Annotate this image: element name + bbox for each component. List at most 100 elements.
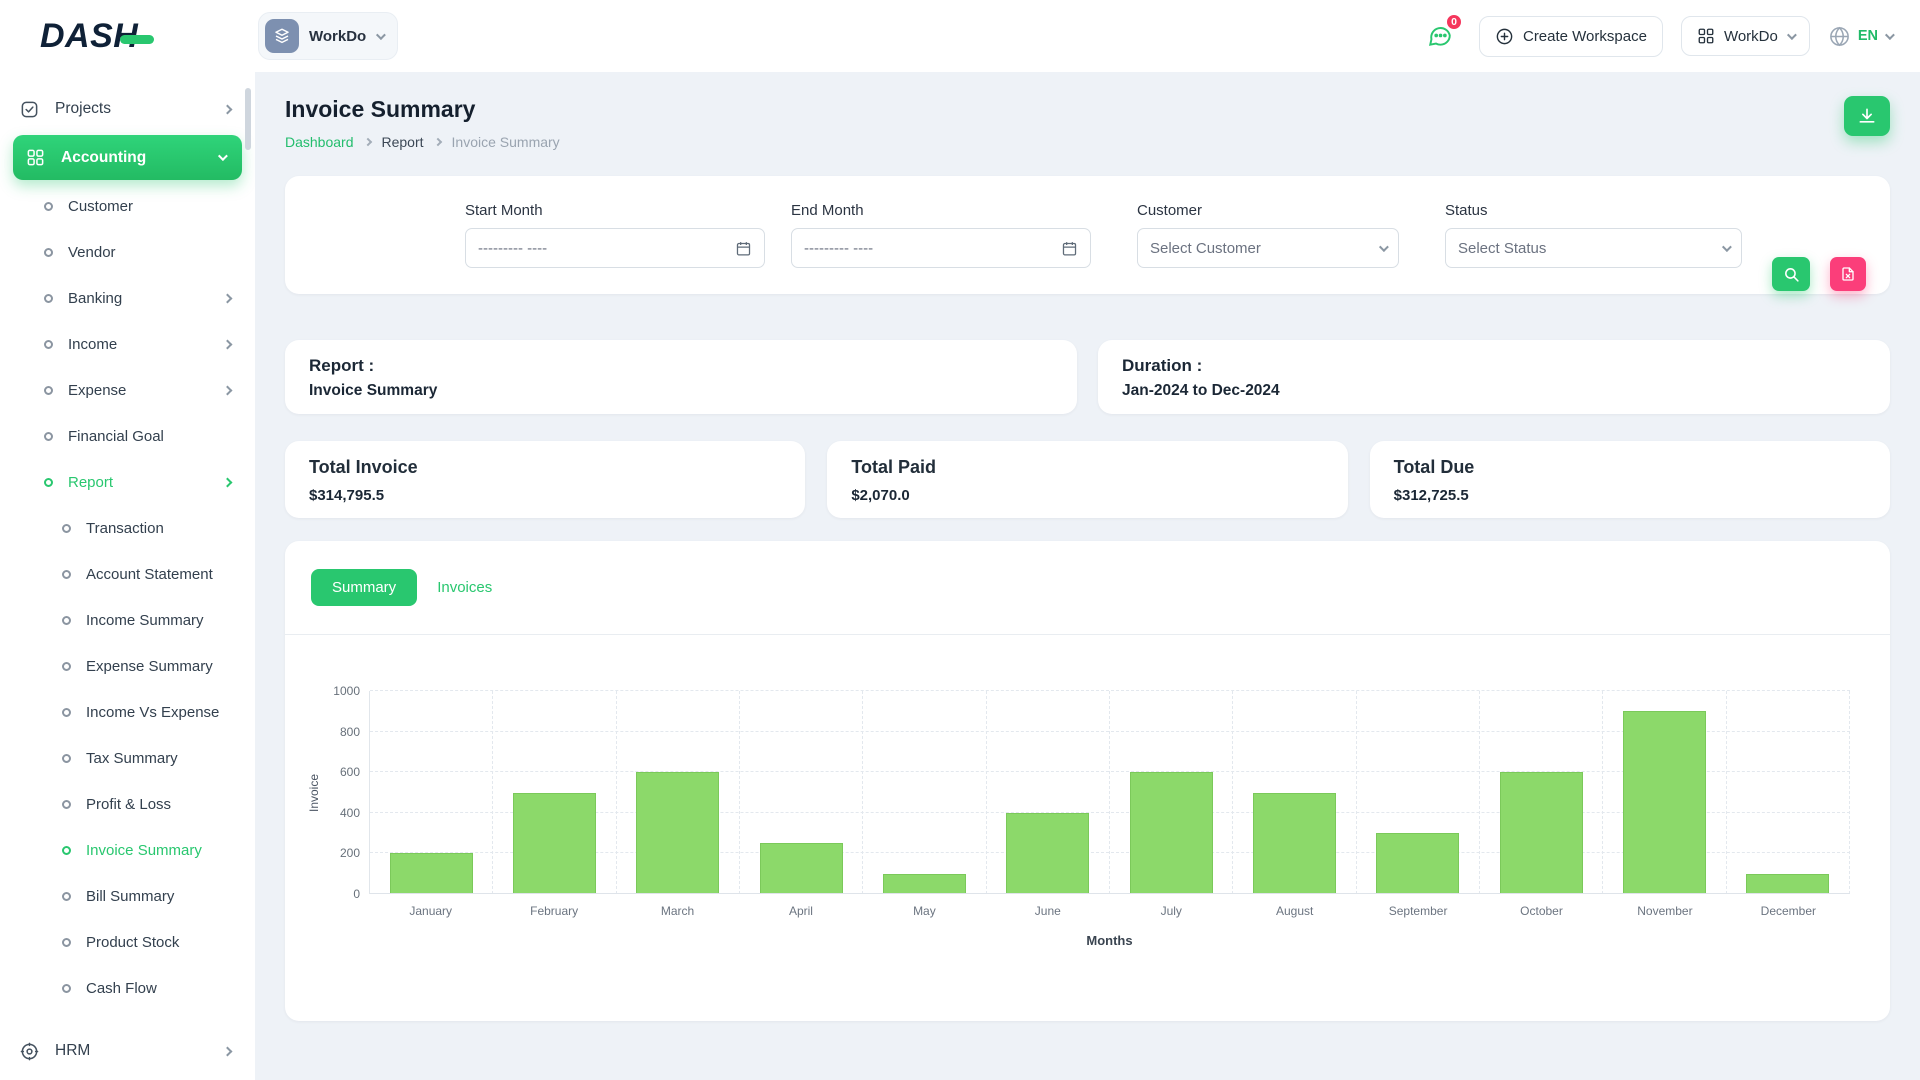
status-select[interactable]: Select Status [1445, 228, 1742, 268]
bullet-icon [44, 202, 53, 211]
chart-column-march [617, 691, 740, 894]
chat-button[interactable]: 0 [1419, 15, 1461, 57]
sidebar-item-label: Expense [68, 382, 126, 399]
x-tick-label: October [1480, 904, 1603, 918]
chevron-right-icon [223, 104, 233, 114]
chart-columns [370, 691, 1850, 894]
app-logo[interactable]: DASH [40, 17, 258, 56]
x-tick-label: May [863, 904, 986, 918]
sidebar-item-income-vs-expense[interactable]: Income Vs Expense [0, 689, 255, 735]
bullet-icon [62, 754, 71, 763]
sidebar-item-expense-summary[interactable]: Expense Summary [0, 643, 255, 689]
bullet-icon [62, 616, 71, 625]
search-icon [1783, 266, 1800, 283]
language-selector[interactable]: EN [1828, 25, 1892, 48]
sidebar-item-projects[interactable]: Projects [0, 86, 255, 132]
chart-column-july [1110, 691, 1233, 894]
x-axis-title: Months [369, 933, 1850, 948]
duration-card-label: Duration : [1122, 356, 1866, 376]
x-tick-label: July [1110, 904, 1233, 918]
chart-column-december [1727, 691, 1850, 894]
bullet-icon [62, 800, 71, 809]
sidebar-item-label: Financial Goal [68, 428, 164, 445]
sidebar-item-transaction[interactable]: Transaction [0, 505, 255, 551]
bullet-icon [44, 432, 53, 441]
sidebar-item-income[interactable]: Income [0, 321, 255, 367]
create-workspace-label: Create Workspace [1523, 28, 1647, 45]
bar-october [1500, 772, 1583, 894]
top-header: DASH WorkDo 0 Create Workspace WorkDo [0, 0, 1920, 72]
tab-invoices[interactable]: Invoices [437, 579, 492, 596]
chart-tabs: Summary Invoices [285, 541, 1890, 606]
user-menu-button[interactable]: WorkDo [1681, 16, 1810, 56]
sidebar-item-profit-loss[interactable]: Profit & Loss [0, 781, 255, 827]
bullet-icon [62, 708, 71, 717]
y-tick-label: 1000 [333, 684, 360, 698]
workspace-selector[interactable]: WorkDo [258, 12, 398, 60]
status-field-group: Status Select Status [1445, 202, 1742, 268]
end-month-input[interactable]: --------- ---- [791, 228, 1091, 268]
sidebar-item-account-statement[interactable]: Account Statement [0, 551, 255, 597]
sidebar-item-label: Banking [68, 290, 122, 307]
sidebar-item-income-summary[interactable]: Income Summary [0, 597, 255, 643]
bullet-icon [44, 340, 53, 349]
sidebar-item-product-stock[interactable]: Product Stock [0, 919, 255, 965]
bullet-icon [44, 478, 53, 487]
x-tick-label: January [369, 904, 492, 918]
sidebar-scrollbar[interactable] [245, 88, 251, 150]
y-axis-title: Invoice [307, 773, 321, 811]
sidebar-item-customer[interactable]: Customer [0, 183, 255, 229]
end-month-label: End Month [791, 202, 1091, 219]
breadcrumb-item-report[interactable]: Report [382, 134, 424, 150]
stats-row: Total Invoice$314,795.5Total Paid$2,070.… [285, 441, 1890, 518]
download-button[interactable] [1844, 96, 1890, 136]
sidebar-item-label: Projects [55, 100, 111, 118]
info-row: Report : Invoice Summary Duration : Jan-… [285, 340, 1890, 414]
chart-area: Invoice 02004006008001000 JanuaryFebruar… [369, 691, 1850, 948]
customer-select[interactable]: Select Customer [1137, 228, 1399, 268]
chart-column-october [1480, 691, 1603, 894]
download-icon [1857, 106, 1877, 126]
sidebar-item-expense[interactable]: Expense [0, 367, 255, 413]
bullet-icon [62, 662, 71, 671]
sidebar-item-invoice-summary[interactable]: Invoice Summary [0, 827, 255, 873]
end-month-placeholder: --------- ---- [804, 240, 873, 257]
sidebar-item-label: Accounting [61, 149, 146, 167]
bullet-icon [44, 294, 53, 303]
stat-value: $314,795.5 [309, 487, 781, 504]
sidebar-item-financial-goal[interactable]: Financial Goal [0, 413, 255, 459]
chevron-right-icon [433, 138, 441, 146]
sidebar-item-hrm[interactable]: HRM [0, 1028, 255, 1074]
tab-summary[interactable]: Summary [311, 569, 417, 606]
app-root: DASH WorkDo 0 Create Workspace WorkDo [0, 0, 1920, 1080]
chevron-right-icon [223, 385, 233, 395]
sidebar-item-accounting[interactable]: Accounting [13, 135, 242, 180]
x-tick-label: June [986, 904, 1109, 918]
sidebar-item-cash-flow[interactable]: Cash Flow [0, 965, 255, 1011]
sidebar-item-label: Bill Summary [86, 888, 174, 905]
breadcrumb-item-dashboard[interactable]: Dashboard [285, 134, 354, 150]
status-label: Status [1445, 202, 1742, 219]
create-workspace-button[interactable]: Create Workspace [1479, 16, 1663, 57]
sidebar-item-bill-summary[interactable]: Bill Summary [0, 873, 255, 919]
grid-icon [26, 148, 48, 167]
chevron-down-icon [1722, 242, 1732, 252]
bullet-icon [62, 892, 71, 901]
workspace-avatar-icon [265, 19, 299, 53]
start-month-input[interactable]: --------- ---- [465, 228, 765, 268]
sidebar-item-tax-summary[interactable]: Tax Summary [0, 735, 255, 781]
y-tick-label: 600 [340, 765, 360, 779]
search-button[interactable] [1772, 257, 1810, 291]
bar-december [1746, 874, 1829, 894]
sidebar-item-banking[interactable]: Banking [0, 275, 255, 321]
sidebar-item-report[interactable]: Report [0, 459, 255, 505]
chart-card: Summary Invoices Invoice 0200400600800100… [285, 541, 1890, 1021]
chevron-down-icon [376, 30, 386, 40]
customer-selected-value: Select Customer [1150, 240, 1261, 257]
x-tick-label: November [1603, 904, 1726, 918]
sidebar-item-vendor[interactable]: Vendor [0, 229, 255, 275]
language-code: EN [1858, 28, 1878, 44]
bar-june [1006, 813, 1089, 894]
reset-button[interactable] [1830, 257, 1866, 291]
bullet-icon [62, 570, 71, 579]
